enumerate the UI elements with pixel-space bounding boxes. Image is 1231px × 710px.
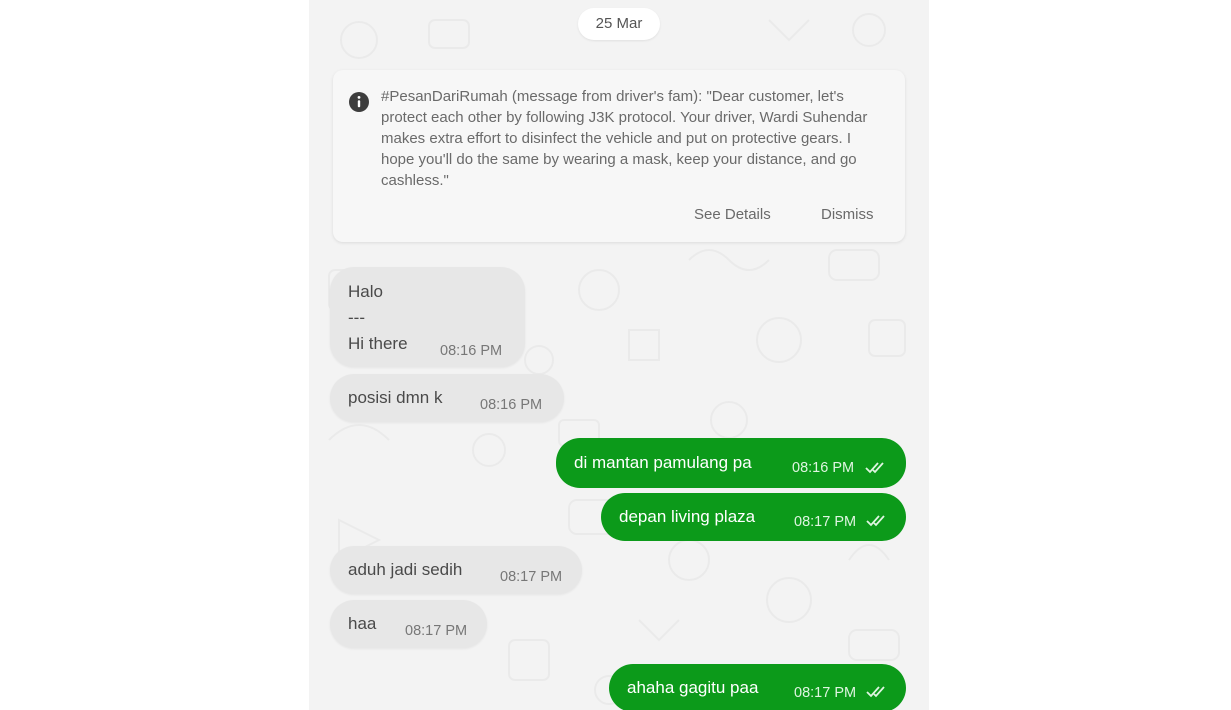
message-text: di mantan pamulang pa <box>574 453 752 472</box>
message-timestamp: 08:17 PM <box>794 514 857 530</box>
message-timestamp: 08:17 PM <box>500 569 563 585</box>
message-text: ahaha gagitu paa <box>627 678 759 697</box>
see-details-button[interactable]: See Details <box>694 206 771 223</box>
message-line: Halo <box>348 282 383 301</box>
dismiss-button[interactable]: Dismiss <box>821 206 874 223</box>
driver-family-notice-card: #PesanDariRumah (message from driver's f… <box>333 70 905 242</box>
incoming-message-bubble[interactable]: aduh jadi sedih 08:17 PM <box>330 546 582 594</box>
notice-actions: See Details Dismiss <box>333 206 905 228</box>
incoming-message-bubble[interactable]: haa 08:17 PM <box>330 600 487 648</box>
message-timestamp: 08:16 PM <box>480 397 543 413</box>
info-icon <box>349 92 369 112</box>
message-timestamp: 08:16 PM <box>792 460 855 476</box>
date-separator: 25 Mar <box>578 8 660 40</box>
chat-screen: 25 Mar #PesanDariRumah (message from dri… <box>309 0 929 710</box>
message-line: Hi there <box>348 334 408 353</box>
message-text: posisi dmn k <box>348 388 443 407</box>
message-text: depan living plaza <box>619 507 756 526</box>
message-timestamp: 08:17 PM <box>794 685 857 701</box>
incoming-message-bubble[interactable]: posisi dmn k 08:16 PM <box>330 374 564 422</box>
incoming-message-bubble[interactable]: Halo --- Hi there 08:16 PM <box>330 267 525 367</box>
notice-message: #PesanDariRumah (message from driver's f… <box>381 88 868 189</box>
outgoing-message-bubble[interactable]: depan living plaza 08:17 PM <box>601 493 906 541</box>
read-double-check-icon <box>866 686 885 698</box>
outgoing-message-bubble[interactable]: di mantan pamulang pa 08:16 PM <box>556 438 906 488</box>
message-text: haa <box>348 614 377 633</box>
message-text: aduh jadi sedih <box>348 560 463 579</box>
outgoing-message-bubble[interactable]: ahaha gagitu paa 08:17 PM <box>609 664 906 710</box>
read-double-check-icon <box>865 462 884 474</box>
message-line: --- <box>348 308 365 327</box>
read-double-check-icon <box>866 515 885 527</box>
message-timestamp: 08:16 PM <box>440 343 503 359</box>
message-timestamp: 08:17 PM <box>405 623 468 639</box>
